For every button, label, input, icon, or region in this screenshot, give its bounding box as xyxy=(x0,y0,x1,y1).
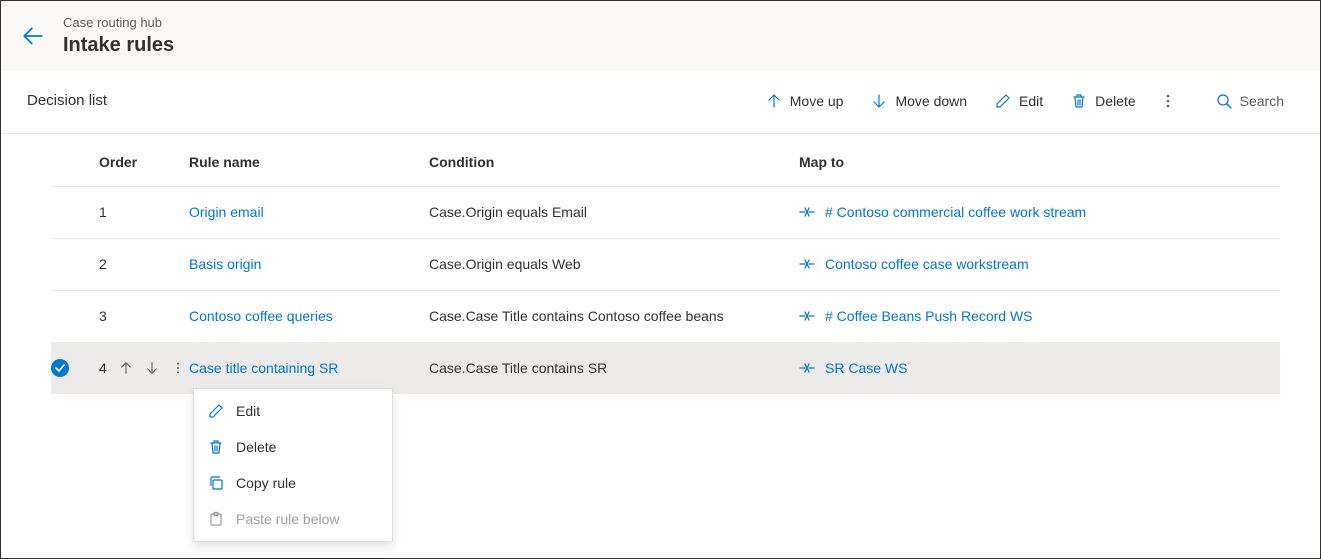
search-label: Search xyxy=(1240,93,1284,109)
col-map-to[interactable]: Map to xyxy=(799,154,1280,170)
cell-order: 1 xyxy=(99,204,189,220)
workstream-icon xyxy=(799,360,815,376)
ctx-paste: Paste rule below xyxy=(194,501,392,537)
delete-button[interactable]: Delete xyxy=(1061,89,1145,113)
col-condition[interactable]: Condition xyxy=(429,154,799,170)
workstream-icon xyxy=(799,308,815,324)
mapto-link[interactable]: # Contoso commercial coffee work stream xyxy=(799,204,1280,220)
rule-name-link[interactable]: Origin email xyxy=(189,204,429,220)
section-heading: Decision list xyxy=(27,92,107,109)
move-up-button[interactable]: Move up xyxy=(756,89,854,113)
cell-order: 2 xyxy=(99,256,189,272)
back-button[interactable] xyxy=(23,26,43,46)
edit-button[interactable]: Edit xyxy=(985,89,1053,113)
header-titles: Case routing hub Intake rules xyxy=(63,15,174,57)
cell-condition: Case.Origin equals Email xyxy=(429,204,799,220)
edit-label: Edit xyxy=(1019,93,1043,109)
arrow-up-icon xyxy=(766,93,782,109)
mapto-label: # Coffee Beans Push Record WS xyxy=(825,308,1033,324)
mapto-label: Contoso coffee case workstream xyxy=(825,256,1029,272)
pencil-icon xyxy=(208,403,224,419)
paste-icon xyxy=(208,511,224,527)
row-move-up-icon[interactable] xyxy=(119,361,133,375)
ctx-paste-label: Paste rule below xyxy=(236,511,340,527)
move-down-label: Move down xyxy=(895,93,967,109)
mapto-label: SR Case WS xyxy=(825,360,907,376)
ctx-copy-label: Copy rule xyxy=(236,475,296,491)
checkmark-icon xyxy=(55,363,65,373)
cell-condition: Case.Case Title contains Contoso coffee … xyxy=(429,308,799,324)
cell-order: 3 xyxy=(99,308,189,324)
cell-order: 4 xyxy=(99,360,189,376)
copy-icon xyxy=(208,475,224,491)
rule-name-link[interactable]: Basis origin xyxy=(189,256,429,272)
page-title: Intake rules xyxy=(63,33,174,57)
ctx-copy[interactable]: Copy rule xyxy=(194,465,392,501)
page-header: Case routing hub Intake rules xyxy=(1,1,1320,71)
mapto-link[interactable]: SR Case WS xyxy=(799,360,1280,376)
table-row[interactable]: 3 Contoso coffee queries Case.Case Title… xyxy=(51,290,1280,342)
mapto-link[interactable]: Contoso coffee case workstream xyxy=(799,256,1280,272)
mapto-link[interactable]: # Coffee Beans Push Record WS xyxy=(799,308,1280,324)
ctx-edit-label: Edit xyxy=(236,403,260,419)
trash-icon xyxy=(1071,93,1087,109)
trash-icon xyxy=(208,439,224,455)
decision-table: Order Rule name Condition Map to 1 Origi… xyxy=(1,134,1320,394)
ctx-edit[interactable]: Edit xyxy=(194,393,392,429)
row-move-down-icon[interactable] xyxy=(145,361,159,375)
command-bar: Decision list Move up Move down Edit Del… xyxy=(1,71,1320,134)
rule-name-link[interactable]: Case title containing SR xyxy=(189,360,429,376)
arrow-left-icon xyxy=(23,26,43,46)
cell-condition: Case.Origin equals Web xyxy=(429,256,799,272)
table-row[interactable]: 1 Origin email Case.Origin equals Email … xyxy=(51,186,1280,238)
rule-name-link[interactable]: Contoso coffee queries xyxy=(189,308,429,324)
ctx-delete-label: Delete xyxy=(236,439,276,455)
mapto-label: # Contoso commercial coffee work stream xyxy=(825,204,1086,220)
table-row[interactable]: 2 Basis origin Case.Origin equals Web Co… xyxy=(51,238,1280,290)
breadcrumb[interactable]: Case routing hub xyxy=(63,15,174,31)
table-row-selected[interactable]: 4 Case title containing SR Case.Case Tit… xyxy=(51,342,1280,394)
search-button[interactable]: Search xyxy=(1206,89,1294,113)
col-order[interactable]: Order xyxy=(99,154,189,170)
more-commands-button[interactable] xyxy=(1154,89,1182,113)
pencil-icon xyxy=(995,93,1011,109)
search-icon xyxy=(1216,93,1232,109)
ctx-delete[interactable]: Delete xyxy=(194,429,392,465)
delete-label: Delete xyxy=(1095,93,1135,109)
workstream-icon xyxy=(799,256,815,272)
move-down-button[interactable]: Move down xyxy=(861,89,977,113)
row-context-menu: Edit Delete Copy rule Paste rule below xyxy=(193,388,393,542)
move-up-label: Move up xyxy=(790,93,844,109)
cell-condition: Case.Case Title contains SR xyxy=(429,360,799,376)
table-header: Order Rule name Condition Map to xyxy=(51,134,1280,186)
more-vertical-icon xyxy=(1160,93,1176,109)
workstream-icon xyxy=(799,204,815,220)
row-checkbox[interactable] xyxy=(51,359,69,377)
row-more-icon[interactable] xyxy=(171,361,185,375)
arrow-down-icon xyxy=(871,93,887,109)
col-rule-name[interactable]: Rule name xyxy=(189,154,429,170)
